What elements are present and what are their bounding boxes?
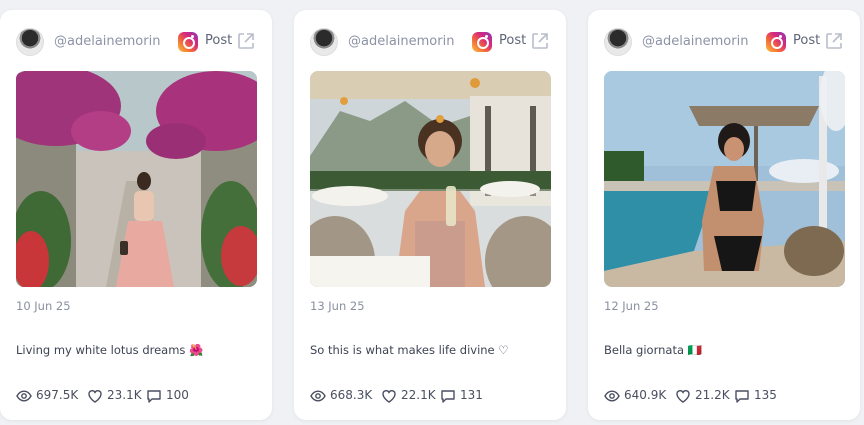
post-image[interactable]: [310, 71, 551, 287]
comment-icon: [735, 390, 749, 403]
card-header: @adelainemorin Post: [16, 28, 256, 56]
post-date: 12 Jun 25: [604, 299, 659, 313]
eye-icon: [310, 390, 326, 402]
post-card[interactable]: @adelainemorin Post 13 Jun 25 So this is…: [294, 10, 566, 420]
eye-icon: [604, 390, 620, 402]
external-link-icon[interactable]: [530, 31, 550, 51]
comments-count: 100: [166, 388, 189, 402]
post-caption: Living my white lotus dreams 🌺: [16, 343, 204, 357]
post-caption: So this is what makes life divine ♡: [310, 343, 509, 357]
instagram-icon: [178, 32, 198, 52]
views-count: 640.9K: [624, 388, 667, 402]
post-type-label: Post: [205, 33, 233, 48]
external-link-icon[interactable]: [236, 31, 256, 51]
heart-icon: [676, 390, 690, 403]
avatar[interactable]: [310, 28, 338, 56]
post-image[interactable]: [16, 71, 257, 287]
avatar[interactable]: [604, 28, 632, 56]
views-count: 697.5K: [36, 388, 79, 402]
comments-count: 131: [460, 388, 483, 402]
heart-icon: [88, 390, 102, 403]
eye-icon: [16, 390, 32, 402]
post-caption: Bella giornata 🇮🇹: [604, 343, 702, 357]
comments-count: 135: [754, 388, 777, 402]
card-header: @adelainemorin Post: [604, 28, 844, 56]
post-stats: 697.5K 23.1K 100: [16, 387, 261, 405]
comment-icon: [147, 390, 161, 403]
post-card[interactable]: @adelainemorin Post 10 Jun 25 Living my …: [0, 10, 272, 420]
likes-count: 23.1K: [107, 388, 142, 402]
post-date: 10 Jun 25: [16, 299, 71, 313]
post-stats: 668.3K 22.1K 131: [310, 387, 555, 405]
likes-count: 21.2K: [695, 388, 730, 402]
instagram-icon: [472, 32, 492, 52]
post-date: 13 Jun 25: [310, 299, 365, 313]
instagram-icon: [766, 32, 786, 52]
account-handle[interactable]: @adelainemorin: [348, 34, 454, 49]
heart-icon: [382, 390, 396, 403]
post-type-label: Post: [793, 33, 821, 48]
post-image[interactable]: [604, 71, 845, 287]
post-type-label: Post: [499, 33, 527, 48]
comment-icon: [441, 390, 455, 403]
avatar[interactable]: [16, 28, 44, 56]
account-handle[interactable]: @adelainemorin: [54, 34, 160, 49]
post-stats: 640.9K 21.2K 135: [604, 387, 849, 405]
external-link-icon[interactable]: [824, 31, 844, 51]
views-count: 668.3K: [330, 388, 373, 402]
likes-count: 22.1K: [401, 388, 436, 402]
account-handle[interactable]: @adelainemorin: [642, 34, 748, 49]
card-header: @adelainemorin Post: [310, 28, 550, 56]
post-card[interactable]: @adelainemorin Post 12 Jun 25 Bella gior…: [588, 10, 860, 420]
